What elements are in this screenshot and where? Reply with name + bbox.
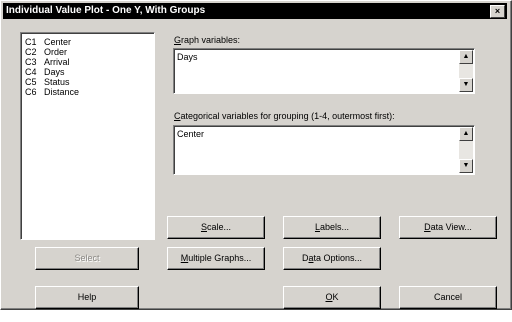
categorical-variables-field[interactable]: Center ▲ ▼ xyxy=(173,125,475,175)
column-code: C6 xyxy=(25,87,37,97)
column-name: Distance xyxy=(44,87,80,97)
categorical-variables-label: Categorical variables for grouping (1-4,… xyxy=(174,111,395,121)
window-title: Individual Value Plot - One Y, With Grou… xyxy=(6,5,206,16)
help-button[interactable]: Help xyxy=(35,286,139,309)
labels-button[interactable]: Labels... xyxy=(283,216,381,239)
graph-variables-scrollbar[interactable]: ▲ ▼ xyxy=(459,50,473,92)
categorical-variables-scrollbar[interactable]: ▲ ▼ xyxy=(459,127,473,173)
scroll-up-button[interactable]: ▲ xyxy=(459,50,473,64)
data-options-button[interactable]: Data Options... xyxy=(283,247,381,270)
multiple-graphs-button[interactable]: Multiple Graphs... xyxy=(167,247,265,270)
close-icon: × xyxy=(494,6,501,16)
scroll-down-button[interactable]: ▼ xyxy=(459,159,473,173)
graph-variables-value: Days xyxy=(177,52,198,62)
arrow-down-icon: ▼ xyxy=(462,162,470,169)
arrow-up-icon: ▲ xyxy=(462,53,470,60)
column-code: C5 xyxy=(25,77,37,87)
data-view-button[interactable]: Data View... xyxy=(399,216,497,239)
scroll-down-button[interactable]: ▼ xyxy=(459,78,473,92)
column-name: Arrival xyxy=(44,57,70,67)
categorical-variables-value: Center xyxy=(177,129,205,139)
column-code: C3 xyxy=(25,57,37,67)
column-code: C2 xyxy=(25,47,37,57)
select-button[interactable]: Select xyxy=(35,247,139,270)
column-code: C4 xyxy=(25,67,37,77)
column-name: Days xyxy=(44,67,65,77)
column-name: Status xyxy=(44,77,70,87)
arrow-down-icon: ▼ xyxy=(462,81,470,88)
individual-value-plot-dialog: Individual Value Plot - One Y, With Grou… xyxy=(0,0,512,310)
cancel-button[interactable]: Cancel xyxy=(399,286,497,309)
graph-variables-field[interactable]: Days ▲ ▼ xyxy=(173,48,475,94)
ok-button[interactable]: OK xyxy=(283,286,381,309)
title-bar[interactable]: Individual Value Plot - One Y, With Grou… xyxy=(3,3,507,19)
column-name: Order xyxy=(44,47,68,57)
column-name: Center xyxy=(44,37,72,47)
graph-variables-label: Graph variables: xyxy=(174,35,241,45)
arrow-up-icon: ▲ xyxy=(462,130,470,137)
variable-list[interactable]: C1 Center C2 Order C3 Arrival C4 Days C5… xyxy=(20,32,155,240)
close-button[interactable]: × xyxy=(490,5,505,18)
column-code: C1 xyxy=(25,37,37,47)
scale-button[interactable]: Scale... xyxy=(167,216,265,239)
scroll-up-button[interactable]: ▲ xyxy=(459,127,473,141)
